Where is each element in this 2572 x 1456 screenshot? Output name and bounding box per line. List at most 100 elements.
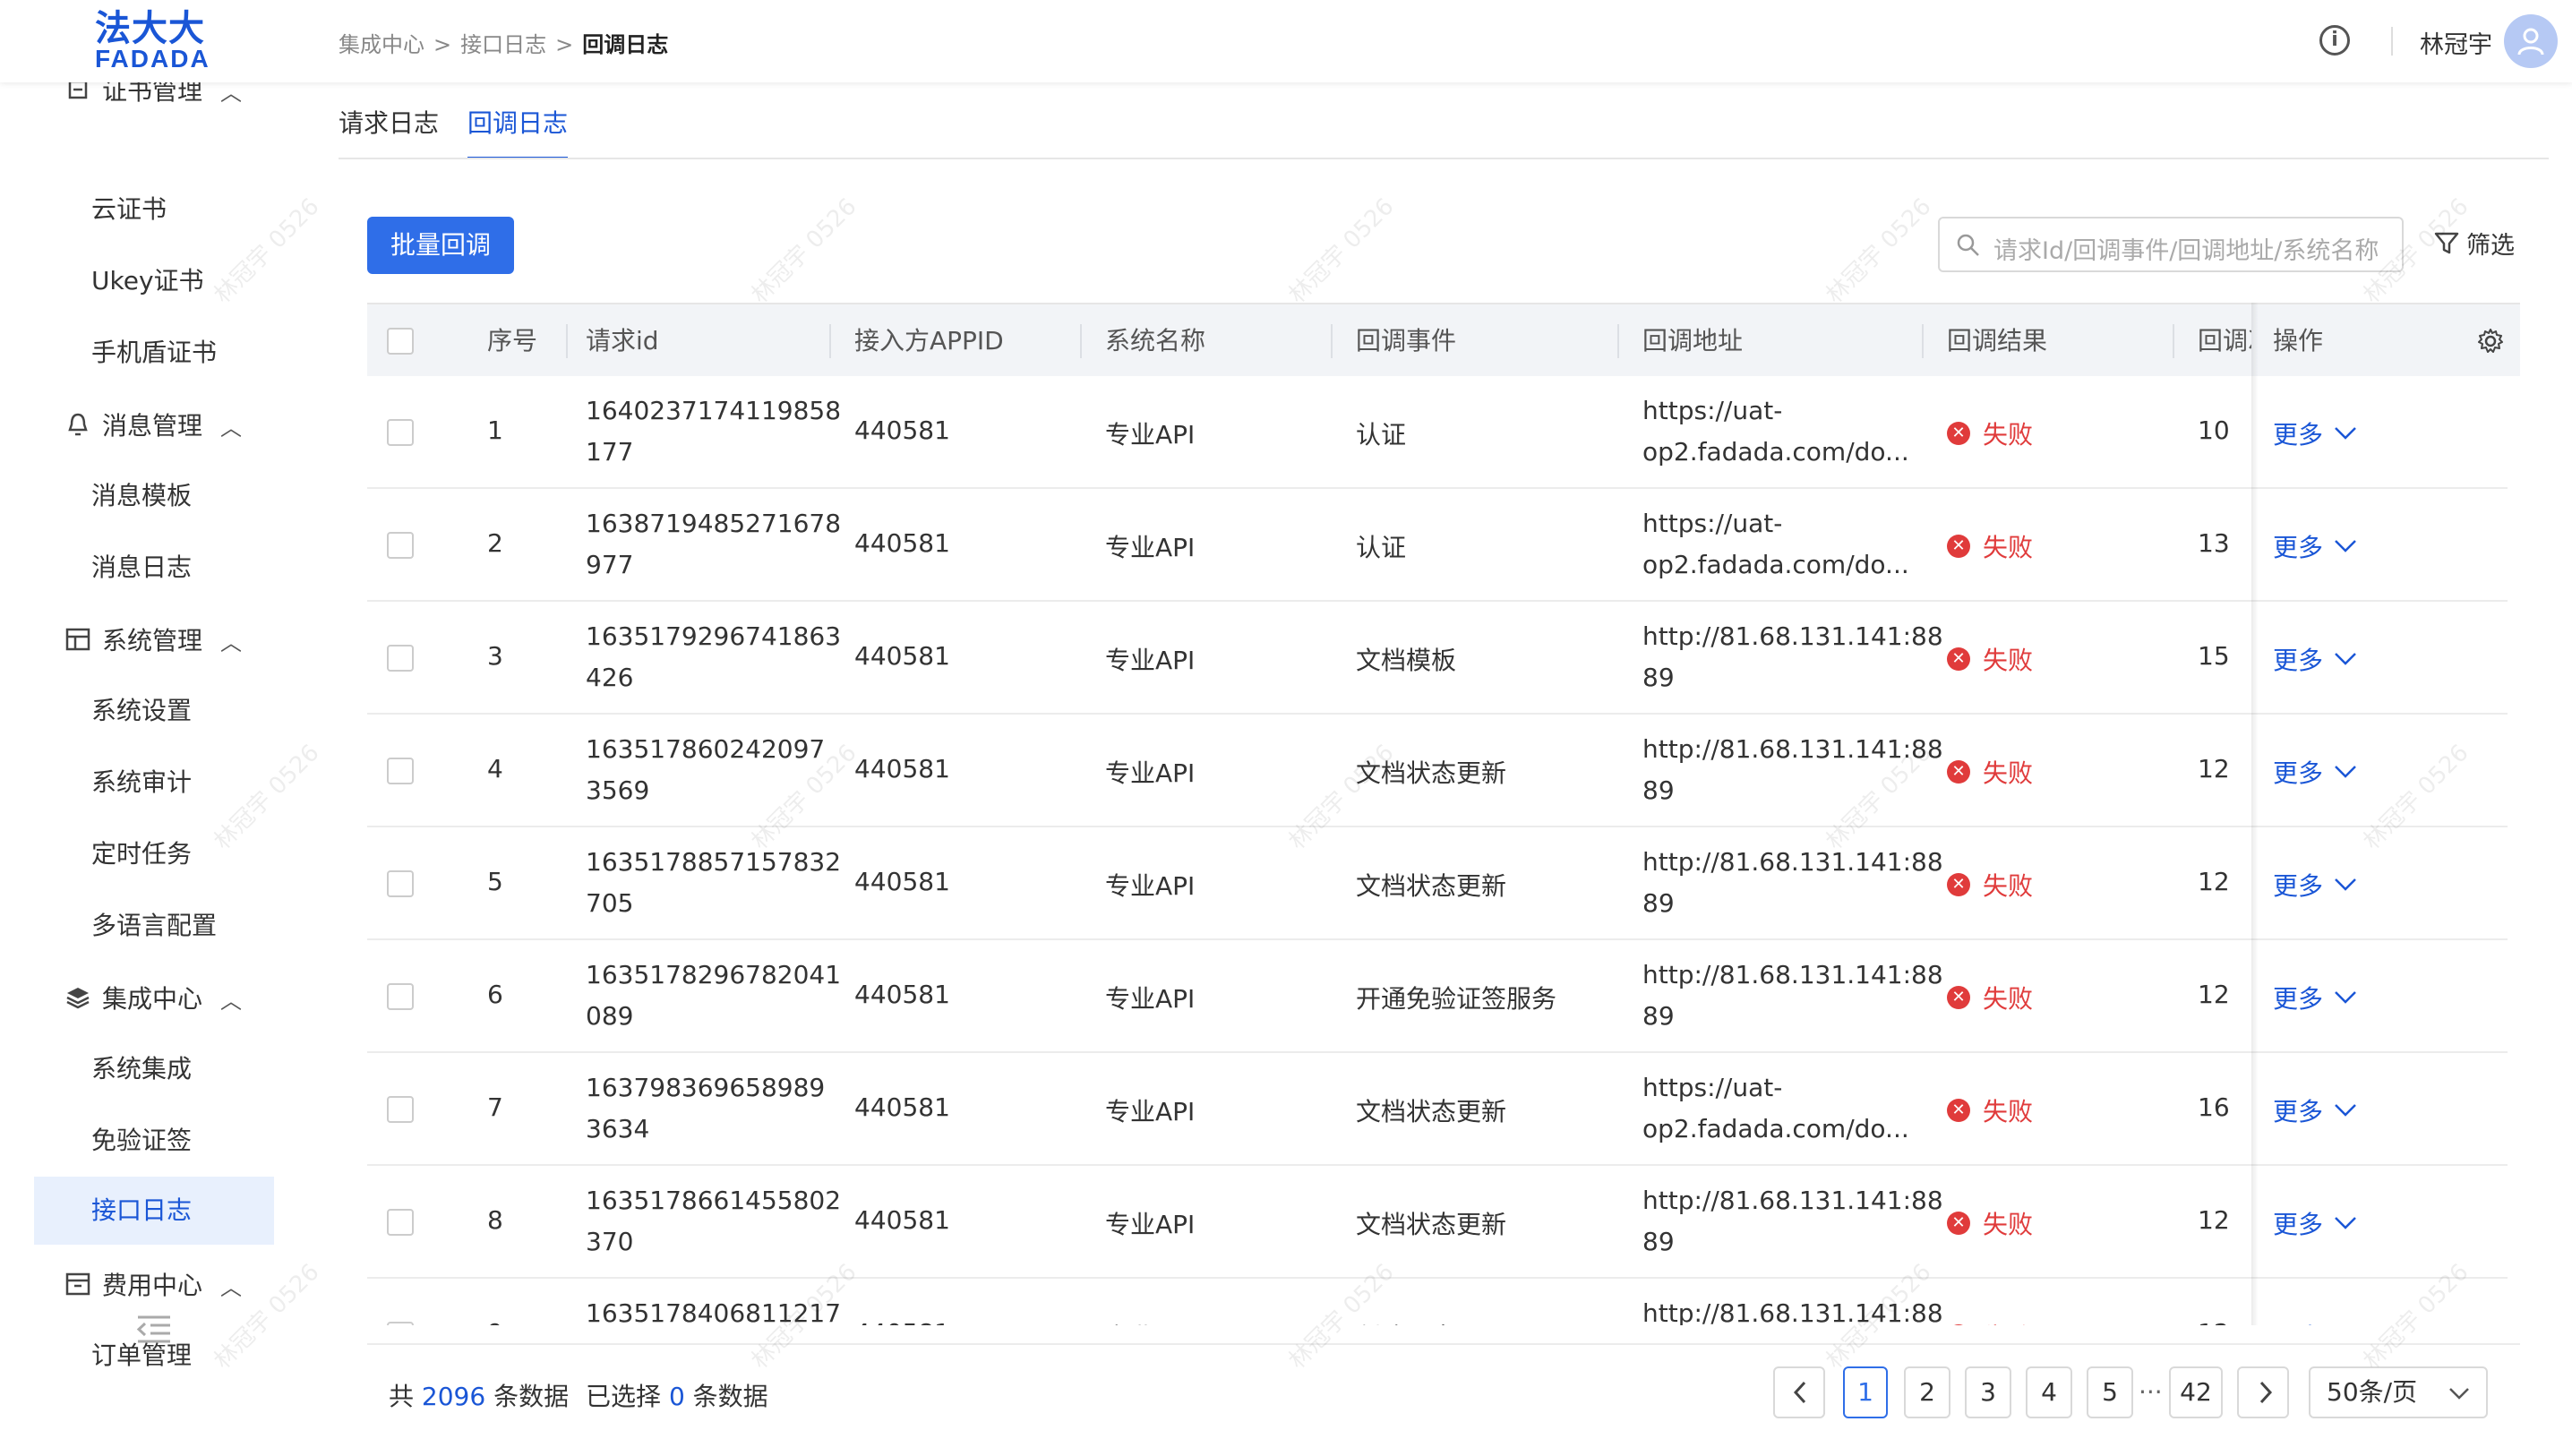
sidebar-group-certificates[interactable]: 证书管理 ︿ (64, 82, 242, 116)
result-label: 失败 (1983, 646, 2034, 675)
table-row[interactable]: 3 1635179296741863 426 440581 专业API 文档模板 http:… (367, 602, 2508, 715)
row-checkbox[interactable] (387, 758, 414, 784)
more-actions-button[interactable]: 更多 (2273, 754, 2357, 790)
chevron-down-icon (2335, 991, 2356, 1004)
column-header: 序号 (487, 326, 538, 355)
sidebar-group-message[interactable]: 消息管理 ︿ (64, 398, 242, 451)
more-actions-button[interactable]: 更多 (2273, 1205, 2357, 1241)
cell-callback-url: https://uat-op2.fadada.com/do... (1642, 1067, 1909, 1150)
breadcrumb-item[interactable]: 接口日志 (460, 32, 546, 57)
row-checkbox[interactable] (387, 1209, 414, 1236)
row-checkbox[interactable] (387, 870, 414, 897)
sidebar-group-billing[interactable]: 费用中心 ︿ (64, 1257, 242, 1311)
sidebar-item-message-template[interactable]: 消息模板 (34, 462, 274, 530)
row-checkbox[interactable] (387, 983, 414, 1010)
table-row[interactable]: 7 163798369658989 3634 440581 专业API 文档状态更新 htt… (367, 1053, 2508, 1166)
sidebar-item-system-integration[interactable]: 系统集成 (34, 1035, 274, 1103)
prev-page-button[interactable] (1773, 1366, 1825, 1418)
column-separator (566, 324, 568, 358)
cell-request-id-line2: 370 (586, 1227, 634, 1256)
cell-callback-count: 10 (2198, 415, 2230, 445)
page-size-select[interactable]: 50条/页 (2309, 1366, 2488, 1418)
sidebar-group-system[interactable]: 系统管理 ︿ (64, 612, 242, 666)
total-count: 2096 (421, 1382, 486, 1411)
username[interactable]: 林冠宇 (2420, 25, 2492, 60)
more-label: 更多 (2273, 646, 2324, 675)
more-actions-button[interactable]: 更多 (2273, 641, 2357, 677)
table-row[interactable]: 1 1640237174119858 177 440581 专业API 认证 https:/… (367, 376, 2508, 489)
collapse-menu-icon[interactable] (136, 1315, 172, 1343)
error-icon: ✕ (1947, 1212, 1970, 1235)
cell-callback-url-line1: http://81.68.131.141:88 (1642, 1186, 1943, 1215)
error-icon: ✕ (1947, 986, 1970, 1009)
table-row[interactable]: 2 1638719485271678 977 440581 专业API 认证 https:/… (367, 489, 2508, 602)
table-row[interactable]: 5 1635178857157832 705 440581 专业API 文档状态更新 htt… (367, 827, 2508, 940)
filter-button[interactable]: 筛选 (2434, 226, 2515, 261)
cell-no: 2 (487, 528, 503, 558)
page-size-value: 50条/页 (2327, 1377, 2418, 1407)
sidebar-item-i18n-config[interactable]: 多语言配置 (34, 892, 274, 960)
tab-request-log[interactable]: 请求日志 (339, 106, 439, 159)
sidebar-item-ukey-cert[interactable]: Ukey证书 (34, 247, 274, 315)
row-checkbox[interactable] (387, 532, 414, 559)
more-label: 更多 (2273, 533, 2324, 562)
avatar[interactable] (2504, 14, 2558, 68)
gear-icon[interactable] (2477, 328, 2504, 355)
page-button-5[interactable]: 5 (2087, 1366, 2133, 1418)
search-icon (1957, 234, 1979, 256)
next-page-button[interactable] (2237, 1366, 2289, 1418)
search-placeholder: 请求Id/回调事件/回调地址/系统名称 (1993, 237, 2379, 265)
filter-label: 筛选 (2466, 232, 2515, 260)
row-checkbox[interactable] (387, 645, 414, 672)
cell-callback-count: 16 (2198, 1092, 2230, 1122)
batch-callback-button[interactable]: 批量回调 (367, 217, 514, 274)
sidebar-group-integration[interactable]: 集成中心 ︿ (64, 971, 242, 1024)
page-button-4[interactable]: 4 (2026, 1366, 2072, 1418)
sidebar-item-phone-cert[interactable]: 手机盾证书 (34, 319, 274, 387)
chevron-right-icon (2259, 1381, 2273, 1404)
sidebar-item-no-verify-sign[interactable]: 免验证签 (34, 1107, 274, 1175)
row-checkbox[interactable] (387, 1322, 414, 1325)
system-icon (64, 626, 91, 653)
sidebar-item-message-log[interactable]: 消息日志 (34, 534, 274, 602)
cell-callback-url-line1: http://81.68.131.141:88 (1642, 1298, 1943, 1325)
page-button-42[interactable]: 42 (2169, 1366, 2223, 1418)
cell-callback-result: ✕ 失败 (1947, 754, 2033, 790)
more-actions-button[interactable]: 更多 (2273, 528, 2357, 564)
column-header: 系统名称 (1105, 326, 1206, 355)
page-ellipsis[interactable]: ... (2139, 1370, 2163, 1400)
fadada-logo[interactable]: 法大大 FADADA (95, 11, 213, 72)
cell-request-id-line2: 426 (586, 663, 634, 692)
sidebar-item-scheduled-tasks[interactable]: 定时任务 (34, 820, 274, 888)
more-actions-button[interactable]: 更多 (2273, 980, 2357, 1015)
select-all-checkbox[interactable] (387, 328, 414, 355)
info-icon[interactable]: i (2319, 25, 2350, 56)
table-header: 序号 请求id 接入方APPID 系统名称 回调事件 回调地址 回调结果 回调次… (367, 303, 2520, 376)
more-actions-button[interactable]: 更多 (2273, 415, 2357, 451)
page-button-2[interactable]: 2 (1904, 1366, 1950, 1418)
cell-callback-event: 文档模板 (1356, 646, 1457, 675)
sidebar-item-system-audit[interactable]: 系统审计 (34, 749, 274, 817)
sidebar-item-api-log[interactable]: 接口日志 (34, 1177, 274, 1245)
tab-callback-log[interactable]: 回调日志 (467, 106, 569, 159)
cell-request-id: 1635178857157832 705 (586, 842, 841, 924)
chevron-down-icon (2449, 1388, 2469, 1400)
column-header: 操作 (2273, 326, 2324, 355)
search-input[interactable]: 请求Id/回调事件/回调地址/系统名称 (1938, 217, 2404, 272)
row-checkbox[interactable] (387, 1096, 414, 1123)
table-row[interactable]: 4 163517860242097 3569 440581 专业API 文档状态更新 htt… (367, 715, 2508, 827)
cell-system-name: 专业API (1105, 758, 1196, 788)
table-row[interactable]: 8 1635178661455802 370 440581 专业API 文档状态更新 htt… (367, 1166, 2508, 1279)
table-row[interactable]: 6 1635178296782041 089 440581 专业API 开通免验证签服务 h… (367, 940, 2508, 1053)
row-checkbox[interactable] (387, 419, 414, 446)
table-row[interactable]: 9 1635178406811217 440581 专业API 创建印章 http://8… (367, 1279, 2508, 1325)
page-button-3[interactable]: 3 (1965, 1366, 2011, 1418)
more-actions-button[interactable]: 更多 (2273, 1092, 2357, 1128)
sidebar-item-system-settings[interactable]: 系统设置 (34, 677, 274, 745)
column-separator (1331, 324, 1333, 358)
page-button-1[interactable]: 1 (1843, 1366, 1888, 1418)
breadcrumb-item[interactable]: 集成中心 (339, 32, 424, 57)
more-actions-button[interactable]: 更多 (2273, 867, 2357, 903)
sidebar-item-cloud-cert[interactable]: 云证书 (34, 176, 274, 244)
more-actions-button[interactable]: 更多 (2273, 1318, 2357, 1325)
